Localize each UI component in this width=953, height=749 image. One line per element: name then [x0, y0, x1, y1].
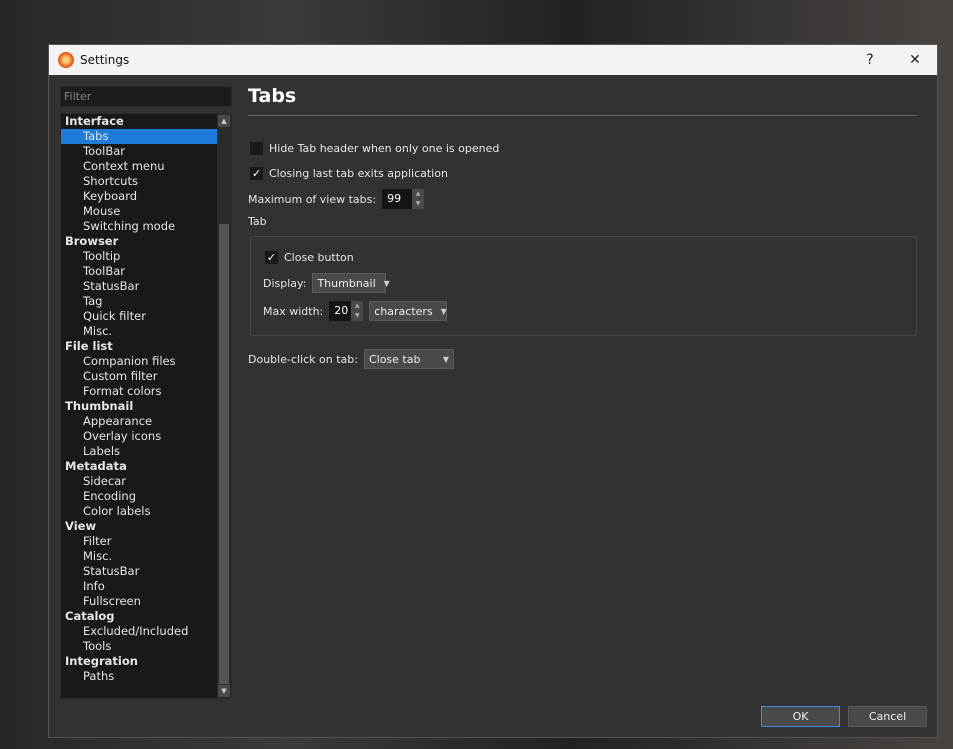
tree-item[interactable]: Switching mode [61, 219, 217, 234]
checkbox-label: Close button [284, 251, 354, 264]
tree-item[interactable]: Format colors [61, 384, 217, 399]
app-logo-icon [58, 52, 74, 68]
tree-item[interactable]: Companion files [61, 354, 217, 369]
close-button[interactable]: ✕ [892, 45, 938, 75]
chevron-down-icon: ▼ [440, 306, 447, 316]
tree-scrollbar[interactable]: ▲ ▼ [217, 114, 231, 698]
display-select[interactable]: Thumbnail ▼ [312, 273, 390, 293]
tree-item[interactable]: Filter [61, 534, 217, 549]
tree-item[interactable]: Custom filter [61, 369, 217, 384]
settings-dialog: Settings ? ✕ Filter Interface Tabs ToolBar… [48, 44, 938, 738]
tree-item[interactable]: Tooltip [61, 249, 217, 264]
tree-item[interactable]: Quick filter [61, 309, 217, 324]
tree-item[interactable]: StatusBar [61, 279, 217, 294]
display-label: Display: [263, 276, 307, 290]
tree-item[interactable]: Tools [61, 639, 217, 654]
tab-group-title: Tab [248, 215, 267, 228]
spin-arrows-icon[interactable]: ▲ ▼ [412, 189, 425, 209]
tree-category[interactable]: Thumbnail [61, 399, 217, 414]
tree-item[interactable]: Mouse [61, 204, 217, 219]
checkbox-label: Hide Tab header when only one is opened [269, 142, 500, 155]
tree-category[interactable]: Browser [61, 234, 217, 249]
tree-item[interactable]: Context menu [61, 159, 217, 174]
tree-item[interactable]: StatusBar [61, 564, 217, 579]
tree-category[interactable]: Catalog [61, 609, 217, 624]
title-bar: Settings ? ✕ [49, 45, 937, 75]
tree-item[interactable]: Paths [61, 669, 217, 684]
tree-item[interactable]: Excluded/Included [61, 624, 217, 639]
scroll-down-icon[interactable]: ▼ [218, 685, 230, 697]
tree-item[interactable]: Sidecar [61, 474, 217, 489]
tree-category[interactable]: File list [61, 339, 217, 354]
scroll-thumb[interactable] [219, 224, 229, 684]
tree-category[interactable]: Integration [61, 654, 217, 669]
max-tabs-label: Maximum of view tabs: [248, 192, 377, 206]
tree-item[interactable]: Overlay icons [61, 429, 217, 444]
closing-last-tab-checkbox[interactable]: ✓ Closing last tab exits application [248, 161, 917, 186]
width-unit-select[interactable]: characters ▼ [369, 301, 448, 321]
close-button-checkbox[interactable]: ✓ Close button [263, 245, 904, 270]
chevron-down-icon: ▼ [442, 354, 449, 364]
divider [248, 115, 917, 116]
tree-category[interactable]: Metadata [61, 459, 217, 474]
spin-arrows-icon[interactable]: ▲ ▼ [351, 301, 364, 321]
tree-category[interactable]: Interface [61, 114, 217, 129]
double-click-label: Double-click on tab: [248, 352, 358, 366]
tree-item[interactable]: Color labels [61, 504, 217, 519]
scroll-up-icon[interactable]: ▲ [218, 115, 230, 127]
max-width-spinbox[interactable]: 20 ▲ ▼ [329, 301, 364, 321]
checkmark-icon: ✓ [250, 167, 263, 180]
max-tabs-spinbox[interactable]: 99 ▲ ▼ [382, 189, 425, 209]
tree-item[interactable]: Info [61, 579, 217, 594]
double-click-select[interactable]: Close tab ▼ [363, 349, 454, 369]
tree-item[interactable]: Keyboard [61, 189, 217, 204]
tree-item[interactable]: Shortcuts [61, 174, 217, 189]
tree-item[interactable]: Labels [61, 444, 217, 459]
max-width-label: Max width: [263, 304, 324, 318]
settings-tree: Interface Tabs ToolBar Context menu Shortcut… [60, 113, 232, 699]
tree-item[interactable]: Tabs [61, 129, 217, 144]
checkmark-icon: ✓ [265, 251, 278, 264]
ok-button[interactable]: OK [761, 706, 840, 727]
tree-item[interactable]: ToolBar [61, 144, 217, 159]
tree-item[interactable]: Misc. [61, 549, 217, 564]
spin-value[interactable]: 99 [382, 189, 413, 209]
tree-item[interactable]: Tag [61, 294, 217, 309]
tree-item[interactable]: ToolBar [61, 264, 217, 279]
checkbox-label: Closing last tab exits application [269, 167, 448, 180]
help-button[interactable]: ? [847, 45, 893, 75]
page-title: Tabs [248, 85, 297, 107]
cancel-button[interactable]: Cancel [848, 706, 927, 727]
settings-page: Tabs Hide Tab header when only one is op… [248, 85, 917, 372]
checkbox-icon [250, 142, 263, 155]
filter-input[interactable]: Filter [60, 86, 232, 107]
hide-tab-header-checkbox[interactable]: Hide Tab header when only one is opened [248, 136, 917, 161]
tab-group: ✓ Close button Display: Thumbnail ▼ Max wi… [250, 236, 917, 336]
select-value: Close tab [368, 352, 421, 366]
spin-value[interactable]: 20 [329, 301, 352, 321]
chevron-down-icon: ▼ [383, 278, 390, 288]
tree-item[interactable]: Misc. [61, 324, 217, 339]
tree-item[interactable]: Fullscreen [61, 594, 217, 609]
tree-item[interactable]: Appearance [61, 414, 217, 429]
select-value: Thumbnail [317, 276, 376, 290]
tree-category[interactable]: View [61, 519, 217, 534]
select-value: characters [374, 304, 433, 318]
window-title: Settings [80, 53, 130, 67]
tree-item[interactable]: Encoding [61, 489, 217, 504]
